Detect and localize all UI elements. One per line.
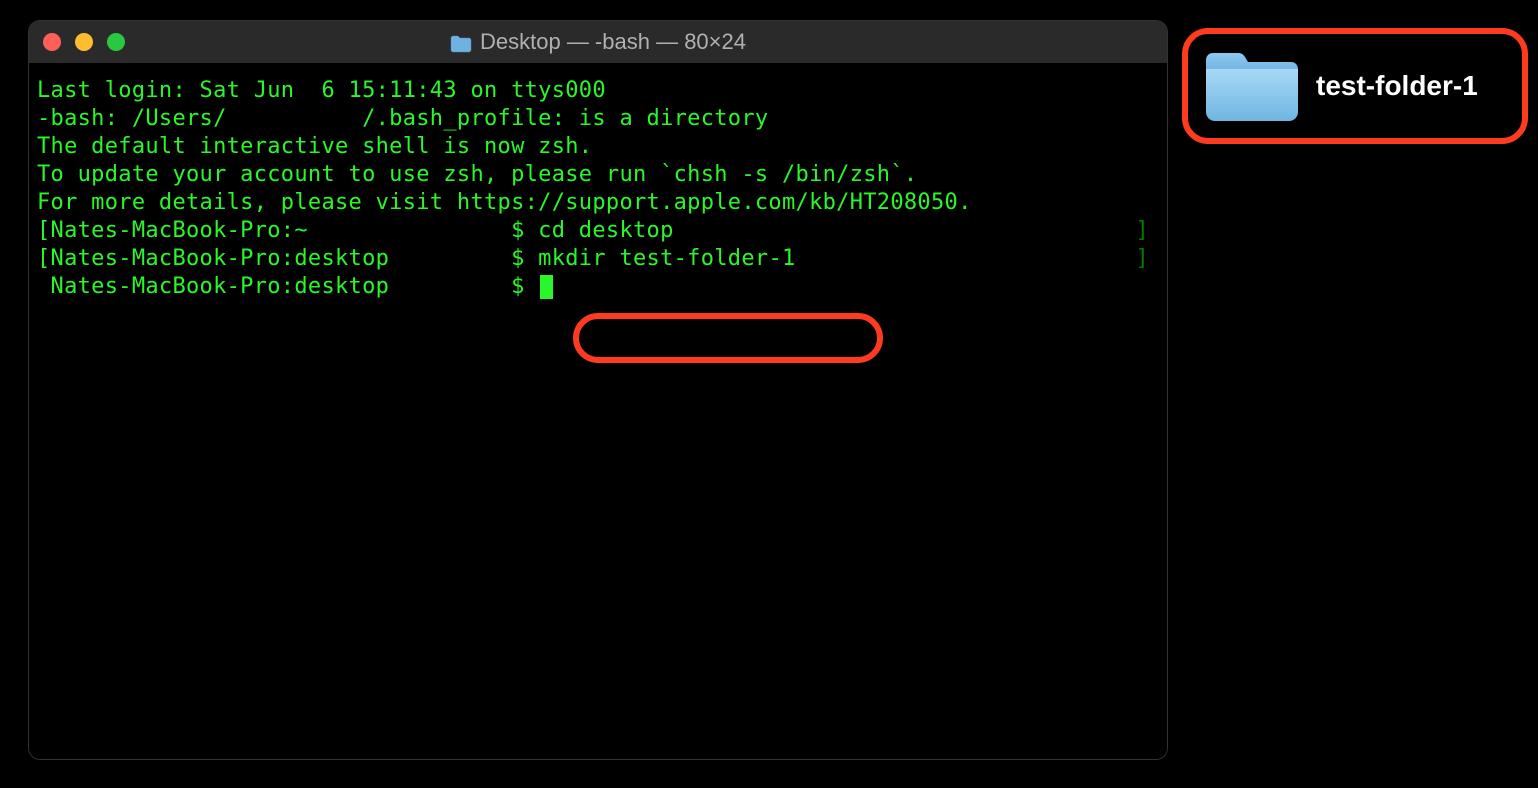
titlebar[interactable]: Desktop — -bash — 80×24 <box>29 21 1167 63</box>
folder-label: test-folder-1 <box>1316 70 1478 102</box>
terminal-body[interactable]: Last login: Sat Jun 6 15:11:43 on ttys00… <box>29 63 1167 759</box>
prompt-prefix: [Nates-MacBook-Pro:desktop $ <box>37 246 538 271</box>
folder-title-icon <box>450 33 472 51</box>
highlight-annotation <box>573 313 883 363</box>
prompt-prefix: Nates-MacBook-Pro:desktop $ <box>37 274 538 299</box>
bracket-right: ] <box>1135 245 1149 273</box>
terminal-prompt-line: [Nates-MacBook-Pro:desktop $ mkdir test-… <box>37 245 1159 273</box>
terminal-line: To update your account to use zsh, pleas… <box>37 161 1159 189</box>
terminal-line: -bash: /Users/ /.bash_profile: is a dire… <box>37 105 1159 133</box>
terminal-prompt-line: [Nates-MacBook-Pro:~ $ cd desktop] <box>37 217 1159 245</box>
terminal-line: For more details, please visit https://s… <box>37 189 1159 217</box>
prompt-command: mkdir test-folder-1 <box>538 246 795 271</box>
terminal-line: The default interactive shell is now zsh… <box>37 133 1159 161</box>
terminal-window[interactable]: Desktop — -bash — 80×24 Last login: Sat … <box>28 20 1168 760</box>
close-button[interactable] <box>43 33 61 51</box>
window-title: Desktop — -bash — 80×24 <box>29 29 1167 55</box>
terminal-prompt-line: Nates-MacBook-Pro:desktop $ <box>37 273 1159 301</box>
bracket-right: ] <box>1135 217 1149 245</box>
folder-icon[interactable] <box>1202 46 1302 126</box>
cursor <box>540 275 553 299</box>
minimize-button[interactable] <box>75 33 93 51</box>
terminal-line: Last login: Sat Jun 6 15:11:43 on ttys00… <box>37 77 1159 105</box>
window-title-text: Desktop — -bash — 80×24 <box>480 29 746 55</box>
prompt-command: cd desktop <box>538 218 673 243</box>
desktop-folder-callout: test-folder-1 <box>1182 28 1528 144</box>
prompt-prefix: [Nates-MacBook-Pro:~ $ <box>37 218 538 243</box>
traffic-lights <box>43 33 125 51</box>
maximize-button[interactable] <box>107 33 125 51</box>
